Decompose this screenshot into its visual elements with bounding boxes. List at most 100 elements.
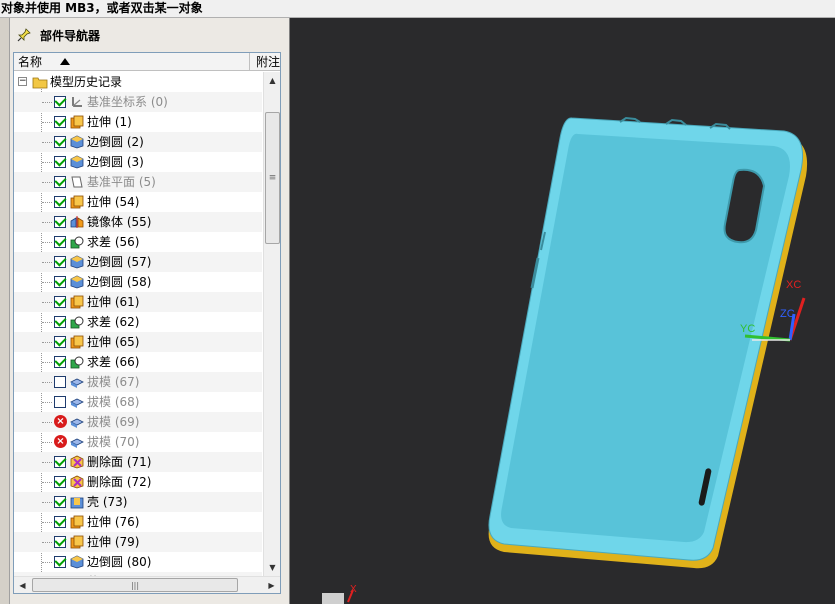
suppress-checkbox[interactable] — [54, 256, 66, 268]
suppress-checkbox[interactable] — [54, 216, 66, 228]
tree-item[interactable]: 求差 (56) — [14, 232, 262, 252]
tree-item[interactable]: 删除面 (72) — [14, 472, 262, 492]
tree-item[interactable]: 拉伸 (61) — [14, 292, 262, 312]
error-status-icon[interactable]: × — [54, 415, 67, 428]
scroll-left-arrow-icon[interactable]: ◀ — [14, 577, 31, 593]
edge-blend-icon — [70, 135, 84, 149]
tree-item[interactable]: 求差 (62) — [14, 312, 262, 332]
graphics-viewport[interactable]: XC ZC YC X — [290, 18, 835, 604]
tree-item[interactable]: 壳 (73) — [14, 492, 262, 512]
tree-item[interactable]: 拔模 (68) — [14, 392, 262, 412]
tree-item-label: 求差 (56) — [87, 235, 140, 249]
tree-item-label: 基准坐标系 (0) — [87, 95, 168, 109]
vertical-scrollbar[interactable]: ▲ ≡ ▼ — [263, 72, 280, 576]
xc-axis-label: XC — [786, 279, 801, 291]
scroll-right-arrow-icon[interactable]: ▶ — [263, 577, 280, 593]
tree-branch-line — [42, 462, 52, 463]
error-status-icon[interactable]: × — [54, 435, 67, 448]
tree-item-label: 拉伸 (76) — [87, 515, 140, 529]
tree-item-label: 拔模 (70) — [87, 435, 140, 449]
suppress-checkbox[interactable] — [54, 296, 66, 308]
suppress-checkbox[interactable] — [54, 496, 66, 508]
tree-item[interactable]: 拉伸 (1) — [14, 112, 262, 132]
tree-item[interactable]: 拔模 (67) — [14, 372, 262, 392]
tree-item[interactable]: 拉伸 (79) — [14, 532, 262, 552]
suppress-checkbox[interactable] — [54, 456, 66, 468]
tree-branch-line — [42, 542, 52, 543]
tree-item[interactable]: 镜像体 (55) — [14, 212, 262, 232]
suppress-checkbox[interactable] — [54, 536, 66, 548]
tree-item[interactable]: 边倒圆 (80) — [14, 552, 262, 572]
tree-rows: − 模型历史记录基准坐标系 (0) 拉伸 (1) 边倒圆 (2) 边倒圆 (3) 基准平面… — [14, 72, 262, 576]
horizontal-scroll-thumb[interactable]: ||| — [32, 578, 238, 592]
tree-item[interactable]: × 拔模 (69) — [14, 412, 262, 432]
tree-item[interactable]: 拉伸 (76) — [14, 512, 262, 532]
tree-item-label: 拉伸 (61) — [87, 295, 140, 309]
tree-item[interactable]: 拉伸 (54) — [14, 192, 262, 212]
suppress-checkbox[interactable] — [54, 116, 66, 128]
tree-item-label: 删除面 (71) — [87, 455, 152, 469]
tree-branch-line — [42, 382, 52, 383]
shell-icon — [70, 495, 84, 509]
tree-branch-line — [42, 302, 52, 303]
collapse-toggle-icon[interactable]: − — [18, 77, 27, 86]
scroll-down-arrow-icon[interactable]: ▼ — [264, 559, 280, 576]
tree-branch-line — [42, 482, 52, 483]
yc-axis-label: YC — [740, 323, 755, 335]
tree-item[interactable]: 拉伸 (65) — [14, 332, 262, 352]
navigator-tree[interactable]: 名称 附注 − 模型历史记录基准坐标系 (0) 拉伸 (1) 边倒圆 (2) 边倒圆 (… — [13, 52, 281, 594]
edge-blend-icon — [70, 255, 84, 269]
tree-item[interactable]: 基准坐标系 (0) — [14, 92, 262, 112]
tree-branch-line — [42, 102, 52, 103]
tree-item-label: 拔模 (67) — [87, 375, 140, 389]
subtract-icon — [70, 355, 84, 369]
tree-item-label: 拉伸 (65) — [87, 335, 140, 349]
suppress-checkbox[interactable] — [54, 176, 66, 188]
tree-item[interactable]: 边倒圆 (57) — [14, 252, 262, 272]
tree-item-label: 边倒圆 (57) — [87, 255, 152, 269]
column-header-name[interactable]: 名称 — [14, 53, 250, 71]
tree-branch-line — [42, 422, 52, 423]
vertical-scroll-thumb[interactable]: ≡ — [265, 112, 280, 244]
sort-ascending-icon — [60, 58, 70, 65]
column-header-note[interactable]: 附注 — [252, 53, 280, 71]
subtract-icon — [70, 315, 84, 329]
suppress-checkbox[interactable] — [54, 276, 66, 288]
tree-item-label: 边倒圆 (3) — [87, 155, 144, 169]
suppress-checkbox[interactable] — [54, 316, 66, 328]
suppress-checkbox[interactable] — [54, 196, 66, 208]
tree-branch-line — [42, 182, 52, 183]
horizontal-scrollbar[interactable]: ◀ ||| ▶ — [14, 576, 280, 593]
tree-root-item[interactable]: − 模型历史记录 — [14, 72, 262, 92]
subtract-icon — [70, 235, 84, 249]
tree-branch-line — [42, 562, 52, 563]
tree-branch-line — [42, 522, 52, 523]
tree-item[interactable]: 基准平面 (5) — [14, 172, 262, 192]
suppress-checkbox[interactable] — [54, 476, 66, 488]
suppress-checkbox[interactable] — [54, 156, 66, 168]
extrude-icon — [70, 515, 84, 529]
suppress-checkbox[interactable] — [54, 356, 66, 368]
suppress-checkbox[interactable] — [54, 376, 66, 388]
tree-item[interactable]: 求差 (66) — [14, 352, 262, 372]
tree-item[interactable]: 边倒圆 (2) — [14, 132, 262, 152]
suppress-checkbox[interactable] — [54, 336, 66, 348]
tree-item[interactable]: 边倒圆 (3) — [14, 152, 262, 172]
suppress-checkbox[interactable] — [54, 396, 66, 408]
tree-item-label: 拔模 (68) — [87, 395, 140, 409]
suppress-checkbox[interactable] — [54, 516, 66, 528]
tree-item[interactable]: × 拔模 (70) — [14, 432, 262, 452]
tree-item-label: 镜像体 (55) — [87, 215, 152, 229]
tree-branch-line — [42, 162, 52, 163]
phone-case-model[interactable]: XC ZC YC X — [290, 18, 835, 604]
tree-branch-line — [42, 262, 52, 263]
tree-item[interactable]: 删除面 (71) — [14, 452, 262, 472]
pin-icon[interactable] — [16, 27, 32, 43]
suppress-checkbox[interactable] — [54, 96, 66, 108]
suppress-checkbox[interactable] — [54, 236, 66, 248]
scroll-up-arrow-icon[interactable]: ▲ — [264, 72, 280, 89]
suppress-checkbox[interactable] — [54, 136, 66, 148]
tree-item[interactable]: 边倒圆 (58) — [14, 272, 262, 292]
tree-item-label: 拉伸 (1) — [87, 115, 132, 129]
suppress-checkbox[interactable] — [54, 556, 66, 568]
